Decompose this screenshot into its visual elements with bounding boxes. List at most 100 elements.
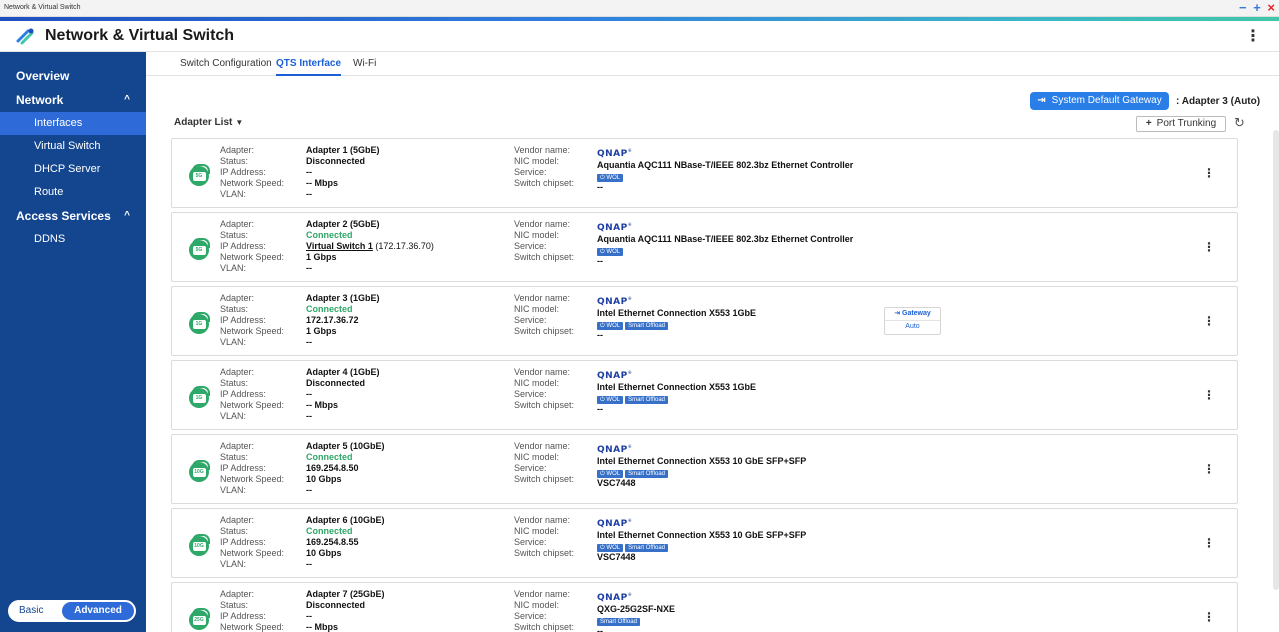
- app-header: Network & Virtual Switch ⋮: [0, 21, 1279, 52]
- maximize-button[interactable]: +: [1253, 0, 1261, 15]
- label-status: Status:: [220, 378, 249, 388]
- sidebar-item-virtual-switch[interactable]: Virtual Switch: [0, 135, 146, 158]
- more-options-icon[interactable]: ⋮: [1203, 166, 1215, 180]
- more-options-icon[interactable]: ⋮: [1203, 240, 1215, 254]
- ethernet-port-icon: 1G: [189, 386, 210, 408]
- more-options-icon[interactable]: ⋮: [1245, 26, 1261, 46]
- adapter-card[interactable]: 1G Adapter: Status: IP Address: Network …: [171, 286, 1238, 356]
- adapter-card[interactable]: 10G Adapter: Status: IP Address: Network…: [171, 508, 1238, 578]
- label-service: Service:: [514, 389, 547, 399]
- label-ip: IP Address:: [220, 537, 266, 547]
- speed-value: -- Mbps: [306, 178, 338, 188]
- port-speed-badge: 1G: [192, 394, 206, 403]
- field-labels: Adapter: Status: IP Address: Network Spe…: [220, 515, 284, 570]
- qnap-logo: QNAP®: [597, 444, 633, 455]
- ethernet-port-icon: 5G: [189, 238, 210, 260]
- adapter-card[interactable]: 1G Adapter: Status: IP Address: Network …: [171, 360, 1238, 430]
- sidebar-section-access-services[interactable]: Access Services ^: [0, 204, 146, 228]
- label-vlan: VLAN:: [220, 263, 247, 273]
- window-titlebar: Network & Virtual Switch − + ×: [0, 0, 1279, 17]
- adapter-card[interactable]: 25G Adapter: Status: IP Address: Network…: [171, 582, 1238, 632]
- adapter-name: Adapter 2 (5GbE): [306, 219, 380, 229]
- ip-value: --: [306, 611, 312, 621]
- port-speed-badge: 10G: [192, 468, 206, 477]
- chipset-value: --: [597, 404, 603, 414]
- qnap-logo: QNAP®: [597, 518, 633, 529]
- adapter-card[interactable]: 10G Adapter: Status: IP Address: Network…: [171, 434, 1238, 504]
- status-value: Connected: [306, 304, 353, 314]
- label-nic: NIC model:: [514, 156, 560, 166]
- more-options-icon[interactable]: ⋮: [1203, 314, 1215, 328]
- system-default-gateway-button[interactable]: ⇥ System Default Gateway: [1030, 92, 1169, 110]
- wol-tag: ⏻ WOL: [597, 248, 624, 256]
- adapter-list-dropdown[interactable]: Adapter List ▼: [174, 117, 243, 128]
- smart-offload-tag: Smart Offload: [625, 322, 668, 330]
- label-speed: Network Speed:: [220, 548, 285, 558]
- label-vendor: Vendor name:: [514, 441, 571, 451]
- minimize-button[interactable]: −: [1239, 0, 1247, 15]
- more-options-icon[interactable]: ⋮: [1203, 388, 1215, 402]
- vlan-value: --: [306, 411, 312, 421]
- sidebar-item-route[interactable]: Route: [0, 181, 146, 204]
- more-options-icon[interactable]: ⋮: [1203, 462, 1215, 476]
- sidebar: Overview Network ^ Interfaces Virtual Sw…: [0, 52, 146, 632]
- label-vlan: VLAN:: [220, 559, 247, 569]
- adapter-card[interactable]: 5G Adapter: Status: IP Address: Network …: [171, 212, 1238, 282]
- vendor-values: QNAP® Intel Ethernet Connection X553 1Gb…: [597, 293, 756, 341]
- port-trunking-button[interactable]: + Port Trunking: [1136, 116, 1226, 132]
- caret-down-icon: ▼: [235, 118, 244, 127]
- sidebar-section-network[interactable]: Network ^: [0, 88, 146, 112]
- chipset-value: --: [597, 256, 603, 266]
- nic-model: Aquantia AQC111 NBase-T/IEEE 802.3bz Eth…: [597, 160, 854, 170]
- vendor-values: QNAP® Aquantia AQC111 NBase-T/IEEE 802.3…: [597, 145, 853, 193]
- close-button[interactable]: ×: [1267, 0, 1275, 15]
- sidebar-item-dhcp-server[interactable]: DHCP Server: [0, 158, 146, 181]
- tab-qts-interface[interactable]: QTS Interface: [276, 58, 342, 76]
- more-options-icon[interactable]: ⋮: [1203, 536, 1215, 550]
- ip-value: 169.254.8.50: [306, 463, 359, 473]
- label-chipset: Switch chipset:: [514, 474, 575, 484]
- wol-tag: ⏻ WOL: [597, 544, 624, 552]
- qnap-logo: QNAP®: [597, 222, 633, 233]
- scrollbar[interactable]: [1273, 130, 1279, 590]
- sidebar-item-ddns[interactable]: DDNS: [0, 228, 146, 251]
- wol-tag: ⏻ WOL: [597, 470, 624, 478]
- mode-advanced[interactable]: Advanced: [62, 602, 134, 620]
- field-labels: Adapter: Status: IP Address: Network Spe…: [220, 367, 284, 422]
- more-options-icon[interactable]: ⋮: [1203, 610, 1215, 624]
- vendor-labels: Vendor name: NIC model: Service: Switch …: [514, 219, 574, 263]
- smart-offload-tag: Smart Offload: [625, 396, 668, 404]
- label-vlan: VLAN:: [220, 337, 247, 347]
- label-vendor: Vendor name:: [514, 515, 571, 525]
- mode-basic[interactable]: Basic: [19, 601, 43, 621]
- label-vlan: VLAN:: [220, 411, 247, 421]
- label-status: Status:: [220, 230, 249, 240]
- sidebar-item-interfaces[interactable]: Interfaces: [0, 112, 146, 135]
- label-ip: IP Address:: [220, 389, 266, 399]
- ip-value: --: [306, 167, 312, 177]
- virtual-switch-link[interactable]: Virtual Switch 1: [306, 241, 373, 251]
- mode-toggle[interactable]: Basic Advanced: [8, 600, 136, 622]
- service-tags: ⏻ WOL: [597, 171, 853, 182]
- gateway-button-label: System Default Gateway: [1051, 95, 1162, 106]
- tab-wifi[interactable]: Wi-Fi: [353, 58, 376, 74]
- label-speed: Network Speed:: [220, 474, 285, 484]
- label-ip: IP Address:: [220, 315, 266, 325]
- tab-switch-configuration[interactable]: Switch Configuration: [180, 58, 272, 74]
- speed-value: -- Mbps: [306, 622, 338, 632]
- gateway-icon: ⇥: [894, 310, 902, 317]
- field-labels: Adapter: Status: IP Address: Network Spe…: [220, 441, 284, 496]
- chipset-value: VSC7448: [597, 552, 636, 562]
- label-status: Status:: [220, 304, 249, 314]
- label-chipset: Switch chipset:: [514, 548, 575, 558]
- sidebar-item-overview[interactable]: Overview: [0, 64, 146, 88]
- ip-address: 169.254.8.50: [306, 463, 385, 474]
- label-adapter: Adapter:: [220, 293, 255, 303]
- wol-tag: ⏻ WOL: [597, 322, 624, 330]
- vendor-values: QNAP® Intel Ethernet Connection X553 10 …: [597, 515, 806, 563]
- adapter-card[interactable]: 5G Adapter: Status: IP Address: Network …: [171, 138, 1238, 208]
- nic-model: Intel Ethernet Connection X553 1GbE: [597, 308, 757, 318]
- refresh-icon[interactable]: ↻: [1234, 115, 1245, 131]
- ip-value: 172.17.36.72: [306, 315, 359, 325]
- ethernet-port-icon: 25G: [189, 608, 210, 630]
